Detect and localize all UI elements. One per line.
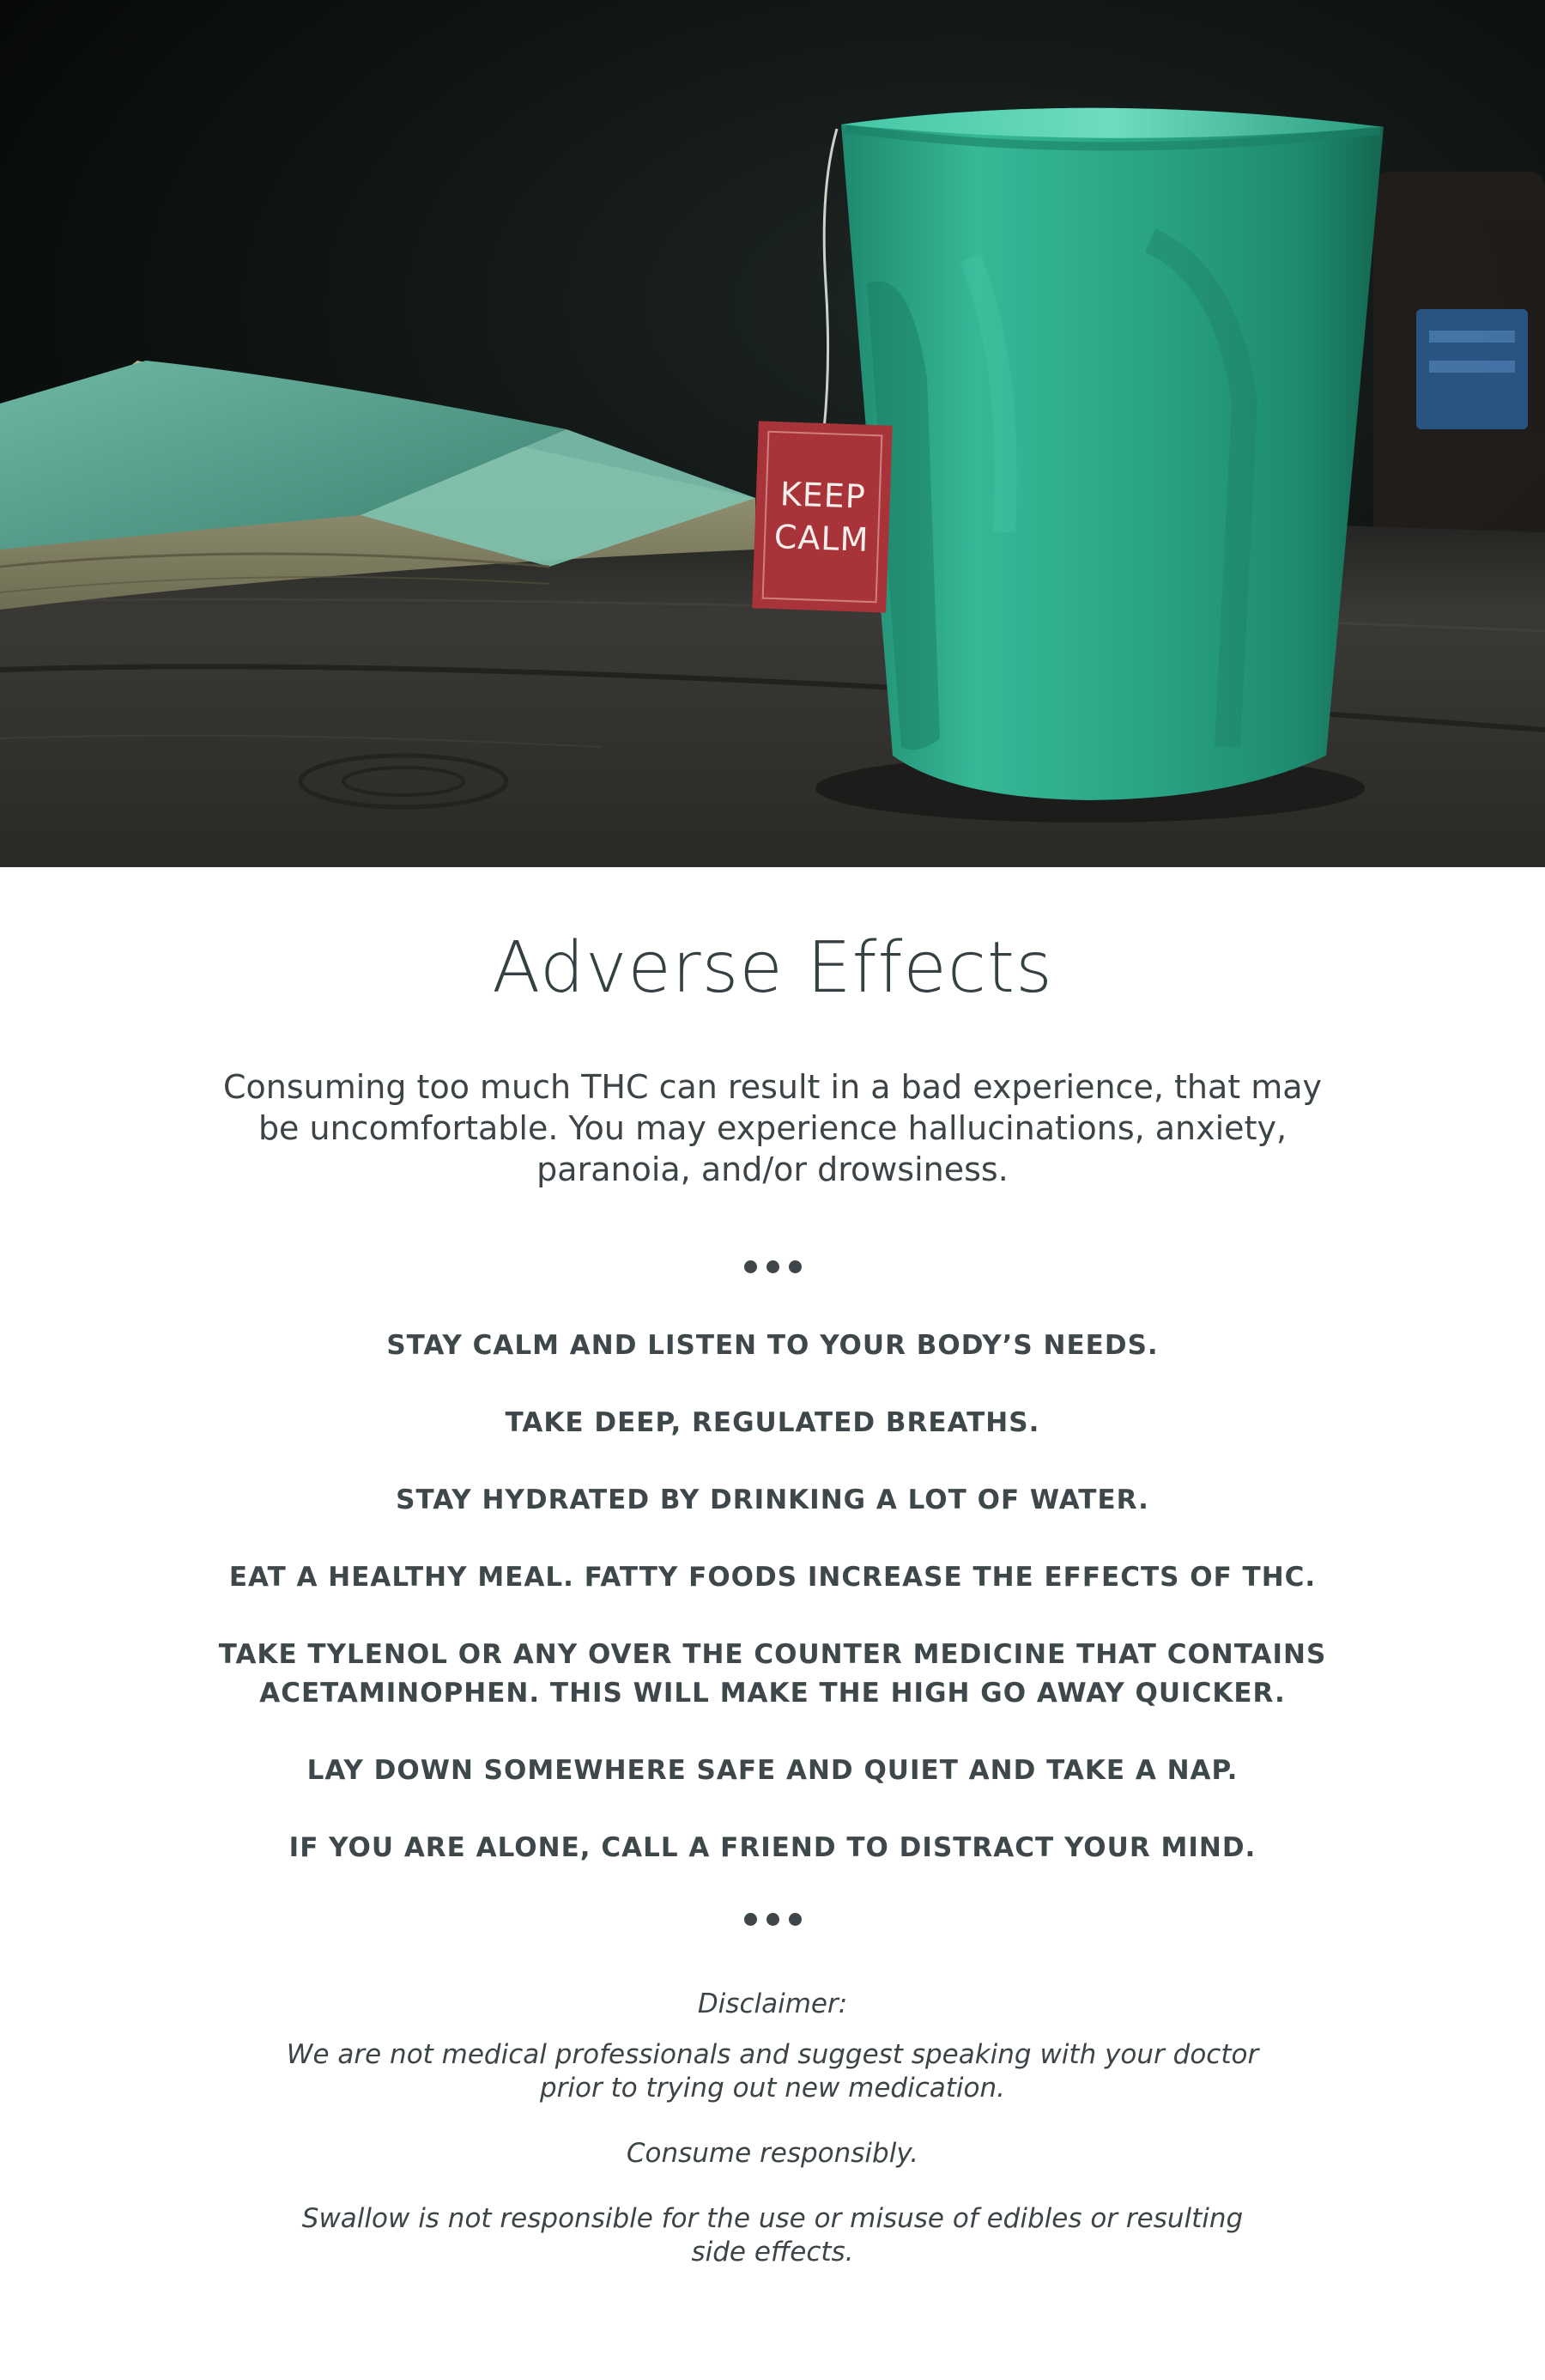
divider-dots-bottom	[0, 1913, 1545, 1926]
divider-dots-top	[0, 1260, 1545, 1273]
dot-icon	[766, 1913, 779, 1926]
tip-item: STAY HYDRATED BY DRINKING A LOT OF WATER…	[396, 1484, 1149, 1515]
tip-item: IF YOU ARE ALONE, CALL A FRIEND TO DISTR…	[288, 1832, 1257, 1863]
hero-photo: KEEP CALM	[0, 0, 1545, 867]
intro-paragraph: Consuming too much THC can result in a b…	[222, 1068, 1323, 1188]
dot-icon	[743, 1260, 757, 1273]
tip-item: LAY DOWN SOMEWHERE SAFE AND QUIET AND TA…	[306, 1755, 1239, 1786]
tag-label: KEEP CALM	[752, 421, 893, 612]
tip-item: TAKE DEEP, REGULATED BREATHS.	[505, 1407, 1040, 1438]
disclaimer-medical: We are not medical professionals and sug…	[286, 2039, 1259, 2104]
tag-text-calm: CALM	[773, 518, 870, 559]
dot-icon	[766, 1260, 779, 1273]
dot-icon	[743, 1913, 757, 1926]
disclaimer-heading: Disclaimer:	[697, 1988, 848, 2019]
tips-list: STAY CALM AND LISTEN TO YOUR BODY’S NEED…	[172, 1327, 1373, 1906]
disclaimer-liability: Swallow is not responsible for the use o…	[301, 2203, 1244, 2268]
page-title: Adverse Effects	[492, 927, 1053, 1009]
tag-text-keep: KEEP	[779, 475, 867, 516]
disclaimer: Disclaimer: We are not medical professio…	[258, 1988, 1288, 2301]
disclaimer-responsibly: Consume responsibly.	[626, 2138, 919, 2169]
tip-item: STAY CALM AND LISTEN TO YOUR BODY’S NEED…	[386, 1330, 1159, 1361]
tip-item: EAT A HEALTHY MEAL. FATTY FOODS INCREASE…	[228, 1562, 1317, 1593]
dot-icon	[788, 1260, 802, 1273]
green-mug	[841, 107, 1384, 800]
tip-item: TAKE TYLENOL OR ANY OVER THE COUNTER MED…	[218, 1639, 1327, 1709]
dot-icon	[788, 1913, 802, 1926]
